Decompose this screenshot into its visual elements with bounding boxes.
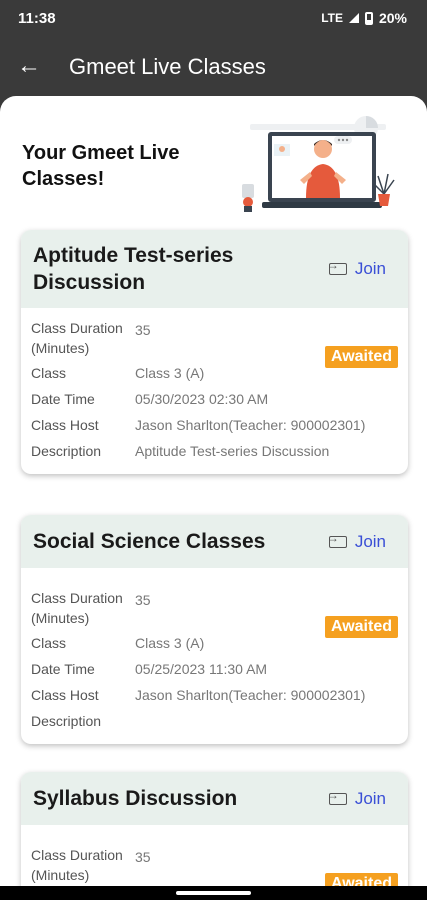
class-card-header: Social Science Classes Join	[21, 515, 408, 568]
host-row: Class Host Jason Sharlton(Teacher: 90000…	[31, 682, 398, 708]
main-content[interactable]: Your Gmeet Live Classes! Aptitude Test-s…	[0, 96, 427, 886]
class-card: Social Science Classes Join Class Durati…	[21, 515, 408, 744]
page-title: Gmeet Live Classes	[69, 54, 266, 79]
join-label: Join	[354, 788, 386, 808]
home-handle[interactable]	[176, 891, 251, 895]
class-title: Aptitude Test-series Discussion	[33, 244, 234, 294]
join-icon	[327, 788, 347, 805]
date-time-label: Date Time	[31, 661, 95, 677]
status-icons: LTE 20%	[321, 10, 407, 26]
system-nav-bar	[0, 886, 427, 900]
duration-label: Class Duration (Minutes)	[31, 320, 123, 356]
host-label: Class Host	[31, 417, 99, 433]
class-card: Aptitude Test-series Discussion Join Cla…	[21, 230, 408, 474]
join-button[interactable]: Join	[327, 258, 386, 279]
class-card-header: Syllabus Discussion Join	[21, 772, 408, 825]
duration-label: Class Duration (Minutes)	[31, 847, 123, 883]
host-label: Class Host	[31, 687, 99, 703]
hero-section: Your Gmeet Live Classes!	[0, 96, 427, 226]
class-value: Class 3 (A)	[135, 635, 205, 651]
duration-value: 35	[135, 849, 151, 865]
date-time-label: Date Time	[31, 391, 95, 407]
duration-label: Class Duration (Minutes)	[31, 590, 123, 626]
join-icon	[327, 258, 347, 275]
battery-percent: 20%	[378, 10, 407, 26]
class-card-body: Class Duration (Minutes) 35 Class Class …	[21, 568, 408, 744]
date-time-value: 05/25/2023 11:30 AM	[135, 661, 268, 677]
class-title: Social Science Classes	[33, 530, 266, 553]
class-card-body: Class Duration (Minutes) 35 Awaited	[21, 825, 408, 886]
class-value: Class 3 (A)	[135, 365, 205, 381]
duration-value: 35	[135, 322, 151, 338]
status-time: 11:38	[18, 10, 56, 27]
status-badge: Awaited	[324, 346, 398, 368]
class-label: Class	[31, 365, 67, 381]
network-label: LTE	[321, 11, 343, 25]
teacher-laptop-illustration	[242, 116, 395, 212]
duration-value: 35	[135, 592, 151, 608]
description-row: Description Aptitude Test-series Discuss…	[31, 438, 398, 464]
date-time-row: Date Time 05/25/2023 11:30 AM	[31, 656, 398, 682]
join-label: Join	[354, 531, 386, 551]
class-card-header: Aptitude Test-series Discussion Join	[21, 230, 408, 308]
status-badge: Awaited	[324, 873, 398, 886]
join-button[interactable]: Join	[327, 531, 386, 552]
status-bar: 11:38 LTE 20%	[0, 0, 427, 38]
description-value: Aptitude Test-series Discussion	[135, 443, 330, 459]
class-card-body: Class Duration (Minutes) 35 Class Class …	[21, 308, 408, 474]
join-label: Join	[354, 259, 386, 278]
app-bar: ← Gmeet Live Classes	[0, 38, 427, 96]
join-icon	[327, 531, 347, 548]
class-card: Syllabus Discussion Join Class Duration …	[21, 772, 408, 886]
description-label: Description	[31, 713, 102, 729]
host-row: Class Host Jason Sharlton(Teacher: 90000…	[31, 412, 398, 438]
description-row: Description	[31, 708, 398, 734]
class-title: Syllabus Discussion	[33, 787, 238, 810]
join-button[interactable]: Join	[327, 788, 386, 809]
hero-title: Your Gmeet Live Classes!	[22, 142, 180, 190]
description-label: Description	[31, 443, 102, 459]
battery-icon	[364, 11, 373, 25]
date-time-value: 05/30/2023 02:30 AM	[135, 391, 269, 407]
status-badge: Awaited	[324, 616, 398, 638]
signal-icon	[348, 13, 359, 23]
host-value: Jason Sharlton(Teacher: 900002301)	[135, 417, 366, 433]
date-time-row: Date Time 05/30/2023 02:30 AM	[31, 386, 398, 412]
arrow-back-icon[interactable]: ←	[14, 52, 44, 82]
class-label: Class	[31, 635, 67, 651]
host-value: Jason Sharlton(Teacher: 900002301)	[135, 687, 366, 703]
